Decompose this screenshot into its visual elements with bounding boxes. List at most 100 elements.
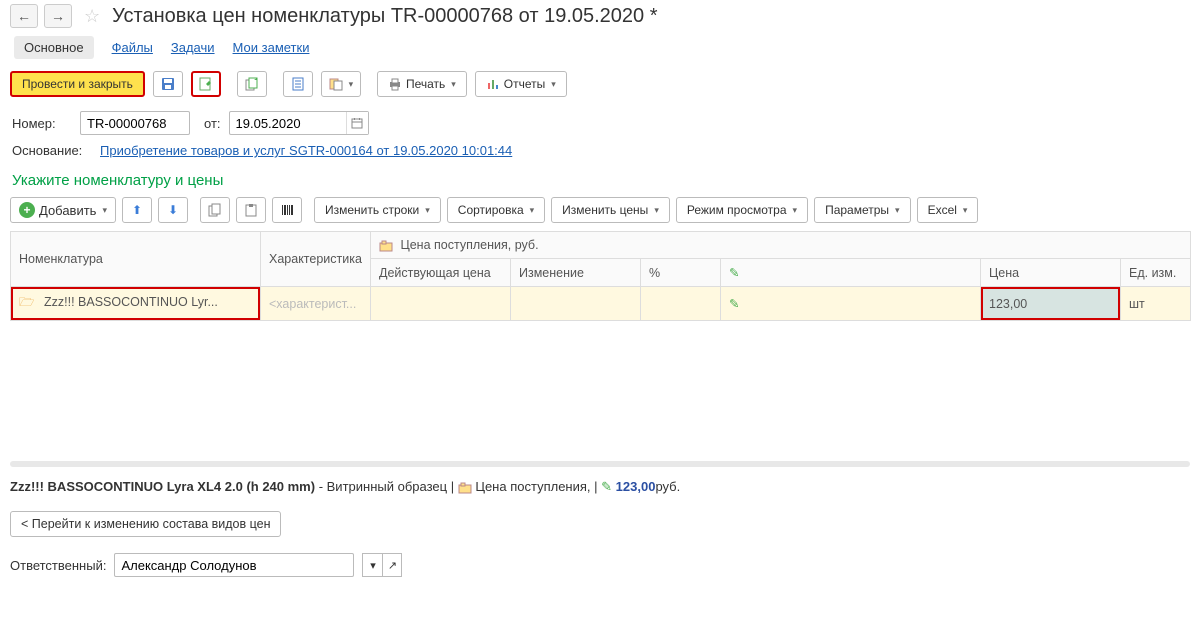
arrow-up-icon: ⬆: [132, 203, 142, 217]
post-button[interactable]: [191, 71, 221, 97]
calendar-icon: [351, 117, 363, 129]
sort-label: Сортировка: [458, 203, 524, 217]
favorite-star-icon[interactable]: ☆: [84, 6, 100, 27]
col-characteristic[interactable]: Характеристика: [261, 232, 371, 287]
chevron-down-icon: ▾: [530, 205, 535, 216]
copy-doc-button[interactable]: [237, 71, 267, 97]
edit-rows-button[interactable]: Изменить строки ▾: [314, 197, 441, 223]
basis-link[interactable]: Приобретение товаров и услуг SGTR-000164…: [100, 143, 512, 158]
col-change[interactable]: Изменение: [511, 259, 641, 287]
move-down-button[interactable]: ⬇: [158, 197, 188, 223]
add-button[interactable]: + Добавить ▾: [10, 197, 116, 223]
horizontal-scrollbar[interactable]: [10, 461, 1190, 467]
col-edit[interactable]: ✎: [721, 259, 981, 287]
status-price-label: Цена поступления,: [475, 479, 590, 494]
col-nomenclature[interactable]: Номенклатура: [11, 232, 261, 287]
paste-row-button[interactable]: [236, 197, 266, 223]
chevron-down-icon: ▾: [895, 205, 900, 216]
plus-icon: +: [19, 202, 35, 218]
responsible-dropdown-button[interactable]: ▾: [362, 553, 382, 577]
table-row[interactable]: 🗁 Zzz!!! BASSOCONTINUO Lyr... <характери…: [11, 287, 1191, 321]
copy-row-button[interactable]: [200, 197, 230, 223]
status-sep: |: [451, 479, 458, 494]
col-current-price[interactable]: Действующая цена: [371, 259, 511, 287]
col-price[interactable]: Цена: [981, 259, 1121, 287]
barcode-icon: [280, 203, 294, 217]
view-mode-label: Режим просмотра: [687, 203, 787, 217]
arrow-down-icon: ⬇: [168, 203, 178, 217]
price-grid[interactable]: Номенклатура Характеристика Цена поступл…: [10, 231, 1191, 321]
chevron-down-icon: ▾: [425, 205, 430, 216]
chevron-down-icon: ▾: [654, 205, 659, 216]
chevron-down-icon: ▾: [102, 205, 107, 216]
cell-price[interactable]: 123,00: [981, 287, 1121, 321]
reports-label: Отчеты: [504, 77, 545, 91]
print-button[interactable]: Печать ▾: [377, 71, 467, 97]
related-docs-button[interactable]: ▾: [321, 71, 361, 97]
post-and-close-button[interactable]: Провести и закрыть: [10, 71, 145, 97]
edit-rows-label: Изменить строки: [325, 203, 419, 217]
excel-button[interactable]: Excel ▾: [917, 197, 979, 223]
cell-change[interactable]: [511, 287, 641, 321]
edit-prices-button[interactable]: Изменить цены ▾: [551, 197, 670, 223]
chevron-down-icon: ▾: [349, 79, 354, 90]
chevron-down-icon: ▾: [793, 205, 798, 216]
print-icon: [388, 77, 402, 91]
status-variant: - Витринный образец: [315, 479, 447, 494]
tab-files[interactable]: Файлы: [112, 40, 153, 55]
copy-doc-icon: [245, 77, 259, 91]
chevron-down-icon: ▾: [963, 205, 968, 216]
list-icon: [291, 77, 305, 91]
responsible-field[interactable]: [114, 553, 354, 577]
related-docs-icon: [329, 77, 343, 91]
cell-unit[interactable]: шт: [1121, 287, 1191, 321]
pencil-icon: ✎: [729, 297, 739, 311]
price-type-icon: [379, 240, 393, 252]
sort-button[interactable]: Сортировка ▾: [447, 197, 545, 223]
status-price-currency: руб.: [655, 479, 680, 494]
cell-nomenclature-text: Zzz!!! BASSOCONTINUO Lyr...: [44, 295, 218, 309]
params-button[interactable]: Параметры ▾: [814, 197, 911, 223]
view-mode-button[interactable]: Режим просмотра ▾: [676, 197, 808, 223]
goto-price-types-button[interactable]: < Перейти к изменению состава видов цен: [10, 511, 281, 537]
copy-icon: [208, 203, 222, 217]
status-line: Zzz!!! BASSOCONTINUO Lyra XL4 2.0 (h 240…: [0, 473, 1200, 501]
cell-nomenclature[interactable]: 🗁 Zzz!!! BASSOCONTINUO Lyr...: [11, 287, 261, 321]
col-unit[interactable]: Ед. изм.: [1121, 259, 1191, 287]
folder-icon: 🗁: [19, 295, 35, 309]
basis-label: Основание:: [12, 143, 92, 158]
col-percent[interactable]: %: [641, 259, 721, 287]
tab-tasks[interactable]: Задачи: [171, 40, 215, 55]
cell-current-price[interactable]: [371, 287, 511, 321]
barcode-button[interactable]: [272, 197, 302, 223]
print-label: Печать: [406, 77, 445, 91]
nav-forward-button[interactable]: →: [44, 4, 72, 28]
cell-characteristic[interactable]: <характерист...: [261, 287, 371, 321]
number-label: Номер:: [12, 116, 72, 131]
from-label: от:: [204, 116, 221, 131]
post-icon: [199, 77, 213, 91]
calendar-button[interactable]: [346, 112, 368, 134]
number-field[interactable]: [80, 111, 190, 135]
responsible-open-button[interactable]: ↗: [382, 553, 402, 577]
save-icon: [161, 77, 175, 91]
tab-main[interactable]: Основное: [14, 36, 94, 59]
reports-icon: [486, 77, 500, 91]
add-label: Добавить: [39, 203, 96, 218]
page-title: Установка цен номенклатуры TR-00000768 о…: [112, 5, 657, 28]
cell-percent[interactable]: [641, 287, 721, 321]
cell-edit[interactable]: ✎: [721, 287, 981, 321]
paste-icon: [244, 203, 258, 217]
status-name: Zzz!!! BASSOCONTINUO Lyra XL4 2.0 (h 240…: [10, 479, 315, 494]
price-type-icon: [458, 482, 472, 494]
nav-back-button[interactable]: ←: [10, 4, 38, 28]
save-button[interactable]: [153, 71, 183, 97]
tab-notes[interactable]: Мои заметки: [233, 40, 310, 55]
move-up-button[interactable]: ⬆: [122, 197, 152, 223]
chevron-down-icon: ▾: [451, 79, 456, 90]
list-button[interactable]: [283, 71, 313, 97]
reports-button[interactable]: Отчеты ▾: [475, 71, 567, 97]
col-price-in-label: Цена поступления, руб.: [400, 238, 538, 252]
col-price-in-group[interactable]: Цена поступления, руб.: [371, 232, 1191, 259]
responsible-label: Ответственный:: [10, 558, 106, 573]
